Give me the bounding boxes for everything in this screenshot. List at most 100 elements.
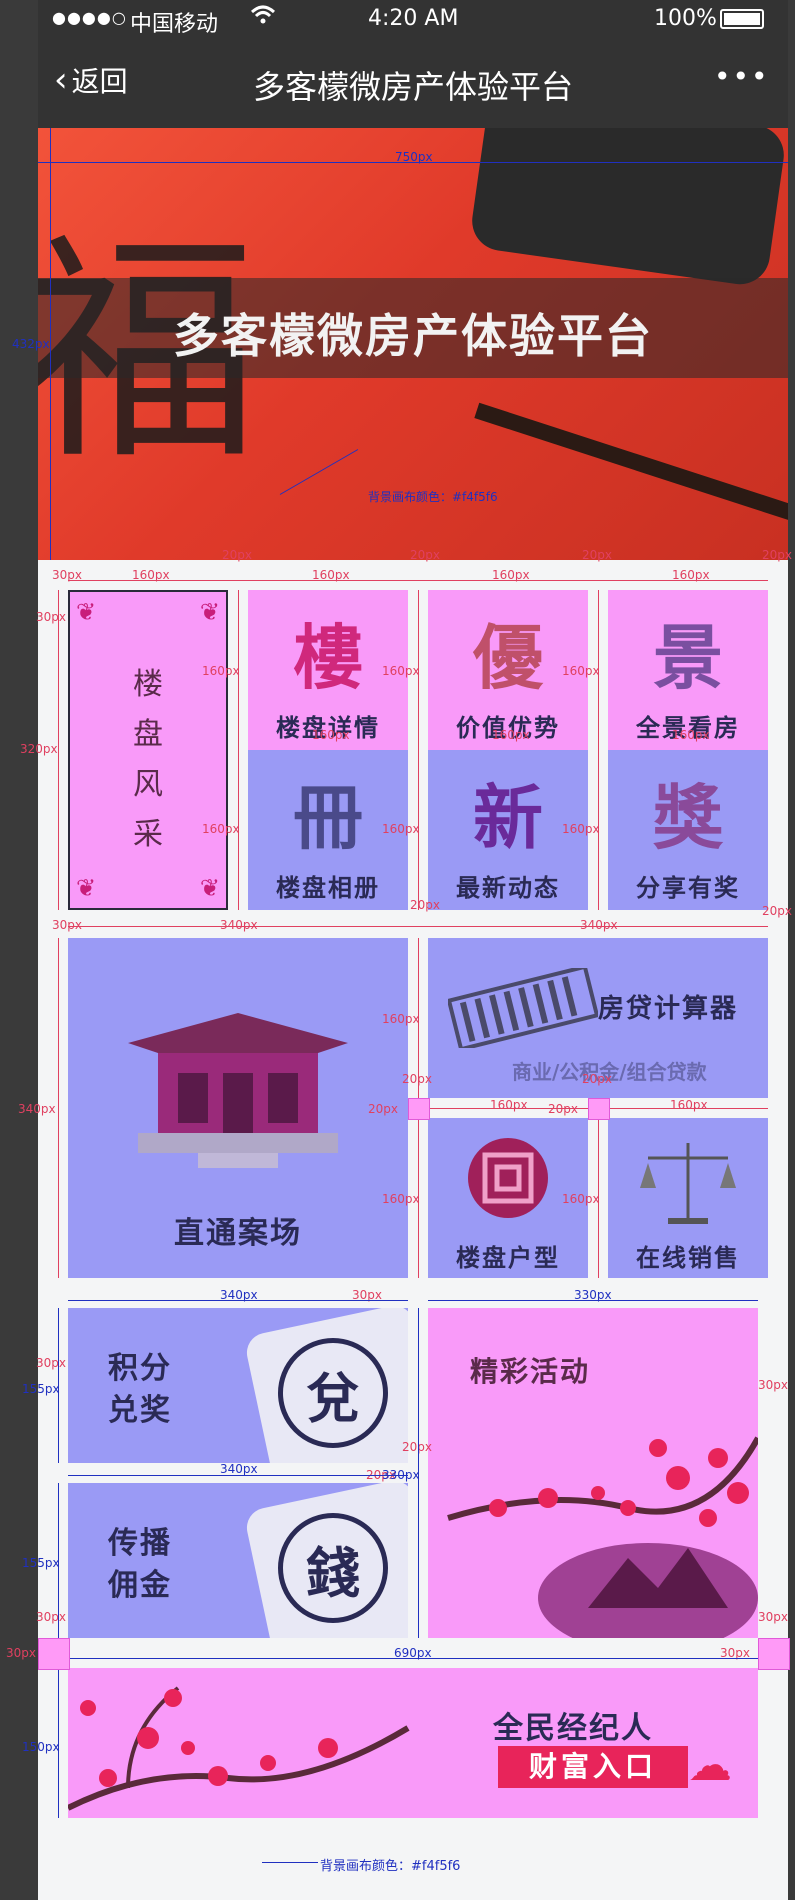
dim-label: 160px [490, 1098, 528, 1112]
dim-line [68, 580, 768, 581]
dim-label: 20px [582, 1072, 612, 1086]
commission-line: 佣金 [108, 1568, 172, 1603]
points-line: 兑奖 [108, 1393, 172, 1428]
signal-icon: ●●●●○ [52, 8, 127, 27]
dim-label: 20px [222, 548, 252, 562]
temple-icon [128, 1013, 348, 1168]
dim-label: 20px [548, 1102, 578, 1116]
back-button[interactable]: ‹ 返回 [54, 60, 128, 100]
note-leader [262, 1862, 318, 1863]
dim-label: 160px [670, 1098, 708, 1112]
dim-label: 20px [762, 548, 792, 562]
agent-title: 全民经纪人 [493, 1711, 653, 1746]
case-label: 直通案场 [174, 1216, 302, 1251]
page-title: 多客檬微房产体验平台 [252, 68, 573, 106]
points-seal-icon: 兌 [278, 1338, 388, 1448]
menu-tile[interactable]: 獎分享有奖 [608, 750, 768, 910]
dim-label: 160px [382, 664, 420, 678]
dim-label: 20px [410, 898, 440, 912]
more-icon[interactable]: ••• [714, 60, 770, 93]
points-redeem-tile[interactable]: 兌 积分 兑奖 [68, 1308, 408, 1463]
dim-label: 340px [220, 1462, 258, 1476]
spacing-marker [588, 1098, 610, 1120]
abacus-icon [448, 968, 598, 1048]
dim-line [68, 926, 768, 927]
feature-char: 盘 [133, 717, 163, 752]
floor-plan-label: 楼盘户型 [456, 1244, 560, 1272]
battery-icon [720, 9, 764, 29]
banner-title: 多客檬微房产体验平台 [173, 309, 653, 363]
dim-label: 30px [36, 610, 66, 624]
dim-label: 160px [562, 822, 600, 836]
tile-label: 分享有奖 [636, 874, 740, 902]
online-sales-tile[interactable]: 在线销售 [608, 1118, 768, 1278]
dim-line [58, 1308, 59, 1463]
dim-label: 340px [18, 1102, 56, 1116]
dim-label: 30px [758, 1378, 788, 1392]
feature-tile[interactable]: ❦ ❦ ❦ ❦ 楼 盘 风 采 [68, 590, 228, 910]
tile-label: 最新动态 [456, 874, 560, 902]
dim-label: 20px [582, 548, 612, 562]
dim-label: 30px [36, 1610, 66, 1624]
nav-bar: ‹ 返回 多客檬微房产体验平台 ••• [38, 40, 788, 128]
dim-line [598, 590, 599, 910]
dim-line [418, 590, 419, 910]
dim-label: 160px [562, 664, 600, 678]
cloud-ornament-icon: ☁ [688, 1740, 732, 1791]
dim-label: 750px [395, 150, 433, 164]
dim-label: 432px [12, 337, 50, 351]
activity-label: 精彩活动 [470, 1355, 591, 1388]
menu-tile[interactable]: 景全景看房 [608, 590, 768, 750]
inkstone-image [468, 128, 788, 289]
dim-label: 20px [368, 1102, 398, 1116]
dim-label: 320px [20, 742, 58, 756]
calculator-title: 房贷计算器 [598, 994, 739, 1024]
dim-label: 160px [382, 1012, 420, 1026]
dim-label: 20px [410, 548, 440, 562]
dim-label: 20px [402, 1072, 432, 1086]
dim-label: 20px [402, 1440, 432, 1454]
chevron-left-icon: ‹ [54, 60, 68, 100]
online-sales-label: 在线销售 [636, 1244, 740, 1272]
dim-line [68, 1658, 758, 1659]
clock-label: 4:20 AM [368, 6, 459, 31]
case-tile[interactable]: 直通案场 [68, 938, 408, 1278]
corner-ornament-icon: ❦ [199, 874, 220, 902]
tile-label: 楼盘相册 [276, 874, 380, 902]
agent-banner[interactable]: 全民经纪人 财富入口 ☁ [68, 1668, 758, 1818]
corner-ornament-icon: ❦ [76, 598, 97, 626]
points-label: 积分 兑奖 [108, 1348, 172, 1432]
tile-glyph-icon: 新 [473, 776, 543, 859]
commission-label: 传播 佣金 [108, 1523, 172, 1607]
dim-line [58, 1668, 59, 1818]
dim-label: 150px [22, 1740, 60, 1754]
dim-label: 160px [382, 1192, 420, 1206]
brush-image [474, 402, 788, 530]
plum-blossom-image [447, 1436, 758, 1638]
wealth-entry-badge: 财富入口 [498, 1746, 688, 1788]
dim-line [68, 1475, 408, 1476]
corner-ornament-icon: ❦ [76, 874, 97, 902]
dim-label: 160px [312, 728, 350, 742]
canvas-color-note: 背景画布颜色：#f4f5f6 [368, 490, 498, 504]
dim-label: 160px [202, 664, 240, 678]
dim-line [418, 1308, 419, 1638]
commission-tile[interactable]: 錢 传播 佣金 [68, 1483, 408, 1638]
commission-line: 传播 [108, 1526, 172, 1561]
tile-glyph-icon: 樓 [293, 616, 363, 699]
footer-canvas-note: 背景画布颜色：#f4f5f6 [320, 1859, 461, 1874]
spacing-marker [38, 1638, 70, 1670]
dim-label: 30px [758, 1610, 788, 1624]
feature-char: 风 [133, 767, 163, 802]
activity-tile[interactable]: 精彩活动 [428, 1308, 758, 1638]
tile-glyph-icon: 冊 [293, 776, 363, 859]
dim-line [58, 938, 59, 1278]
dim-label: 160px [382, 822, 420, 836]
dim-label: 20px [762, 904, 792, 918]
carrier-label: 中国移动 [130, 12, 219, 37]
dim-line [428, 1300, 758, 1301]
dim-label: 160px [672, 728, 710, 742]
spacing-marker [758, 1638, 790, 1670]
dim-label: 30px [36, 1356, 66, 1370]
tile-glyph-icon: 優 [473, 616, 543, 699]
